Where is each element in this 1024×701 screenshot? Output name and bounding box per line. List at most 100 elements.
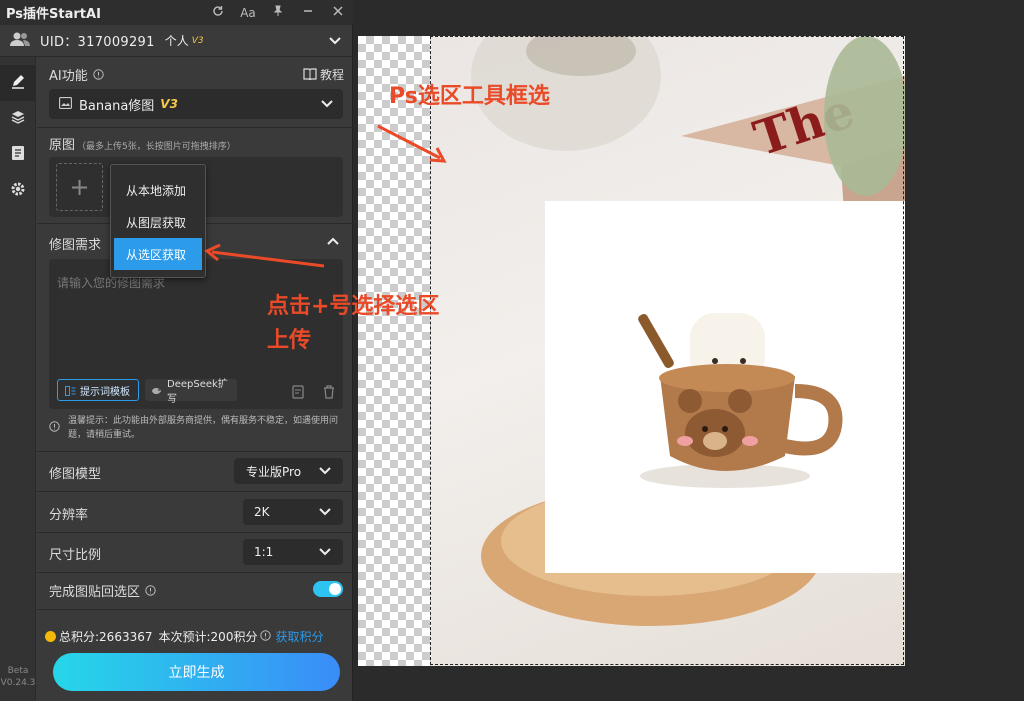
arrow-annotation-middle [204, 243, 325, 268]
pin-icon[interactable] [263, 5, 293, 20]
refresh-icon[interactable] [203, 5, 233, 20]
resolution-select[interactable]: 2K [243, 499, 343, 525]
toggle-knob [329, 583, 341, 595]
ai-model-badge: V3 [160, 97, 178, 111]
history-icon[interactable] [292, 384, 306, 403]
annotation-middle: 点击+号选择选区 上传 [267, 290, 439, 358]
rail-settings[interactable] [0, 173, 36, 209]
plan-label: 个人 [164, 34, 189, 48]
version-label: V0.24.3 [0, 678, 36, 688]
divider [37, 127, 353, 128]
cup-image [638, 313, 843, 488]
points-row: 总积分:2663367 本次预计:200积分 获取积分 [45, 628, 351, 645]
ai-function-header: AI功能 [49, 65, 104, 84]
selected-region [545, 201, 905, 573]
document-icon [11, 145, 25, 165]
info-icon [49, 417, 60, 442]
menu-item-local[interactable]: 从本地添加 [111, 174, 205, 206]
rail-history[interactable] [0, 137, 36, 173]
tutorial-link[interactable]: 教程 [303, 65, 344, 84]
add-source-menu: 从本地添加 从图层获取 从选区获取 [110, 164, 206, 278]
font-size-button[interactable]: Aa [233, 6, 263, 20]
close-icon[interactable] [323, 5, 353, 20]
chevron-down-icon [319, 467, 331, 475]
source-label: 原图 [49, 138, 76, 153]
chevron-down-icon[interactable] [329, 36, 341, 45]
edit-model-value: 专业版Pro [246, 464, 302, 479]
app-title: Ps插件StartAI [6, 7, 101, 22]
deepseek-button[interactable]: DeepSeek扩写 [145, 379, 237, 405]
coin-icon [45, 631, 56, 642]
edit-model-select[interactable]: 专业版Pro [234, 458, 343, 484]
beta-label: Beta [7, 666, 29, 676]
ai-model-value: Banana修图 [79, 98, 155, 114]
source-header: 原图 （最多上传5张，长按图片可拖拽排序） [49, 134, 236, 153]
tutorial-label: 教程 [320, 68, 345, 82]
ratio-value: 1:1 [254, 545, 274, 559]
divider [37, 609, 353, 610]
get-points-link[interactable]: 获取积分 [275, 628, 323, 645]
rail-layers[interactable] [0, 101, 36, 137]
resolution-label: 分辨率 [49, 508, 89, 523]
trash-icon[interactable] [323, 384, 335, 403]
chevron-up-icon[interactable] [327, 237, 339, 245]
user-bar[interactable]: UID：317009291 个人 V3 [0, 25, 353, 57]
layers-icon [10, 109, 26, 129]
annotation-top: Ps选区工具框选 [389, 84, 550, 109]
deepseek-label: DeepSeek扩写 [167, 379, 228, 405]
gear-icon [10, 181, 26, 201]
user-id: UID：317009291 [40, 35, 155, 50]
divider [37, 572, 353, 573]
ai-function-label: AI功能 [49, 69, 88, 84]
arrow-annotation-top [377, 124, 447, 163]
chevron-down-icon [319, 508, 331, 516]
photoshop-canvas-area: The Ps选区工具框选 [354, 0, 1024, 701]
prompt-template-button[interactable]: 提示词模板 [57, 379, 139, 401]
generate-button[interactable]: 立即生成 [53, 653, 340, 691]
title-bar: Ps插件StartAI Aa [0, 0, 353, 25]
image-icon [59, 96, 72, 112]
chevron-down-icon [319, 548, 331, 556]
rail-edit[interactable] [0, 65, 36, 101]
divider [37, 451, 353, 452]
panel-content: AI功能 教程 Banana修图 V3 原图 （最多上传5张，长按图片可拖拽排序… [37, 57, 353, 701]
ai-model-select[interactable]: Banana修图 V3 [49, 89, 343, 119]
menu-item-layer[interactable]: 从图层获取 [111, 206, 205, 238]
tip-text: 温馨提示：此功能由外部服务商提供，偶有服务不稳定，如遇使用问题，请稍后重试。 [68, 416, 339, 440]
pencil-icon [10, 73, 26, 93]
paste-back-row: 完成图贴回选区 [49, 581, 156, 600]
info-icon[interactable] [145, 581, 156, 600]
plus-icon: + [69, 173, 90, 201]
plan-badge: V3 [191, 35, 204, 46]
version-info: Beta V0.24.3 [0, 665, 36, 689]
users-icon [10, 31, 32, 51]
book-icon [303, 65, 317, 84]
resolution-value: 2K [254, 505, 270, 519]
edit-model-label: 修图模型 [49, 467, 102, 482]
annotation-middle-line2: 上传 [267, 328, 312, 353]
info-icon[interactable] [93, 65, 104, 84]
paste-back-toggle[interactable] [313, 581, 343, 597]
tip-box: 温馨提示：此功能由外部服务商提供，偶有服务不稳定，如遇使用问题，请稍后重试。 [49, 414, 343, 442]
ratio-label: 尺寸比例 [49, 548, 102, 563]
divider [37, 491, 353, 492]
paste-back-label: 完成图贴回选区 [49, 585, 141, 600]
total-points: 总积分:2663367 [59, 630, 153, 644]
edit-label: 修图需求 [49, 238, 102, 253]
annotation-middle-line1: 点击+号选择选区 [267, 294, 440, 319]
menu-item-selection[interactable]: 从选区获取 [114, 238, 202, 270]
side-rail: Beta V0.24.3 [0, 57, 36, 701]
estimate-points: 本次预计:200积分 [158, 630, 258, 644]
source-hint: （最多上传5张，长按图片可拖拽排序） [77, 142, 236, 152]
prompt-template-label: 提示词模板 [80, 386, 130, 398]
ratio-select[interactable]: 1:1 [243, 539, 343, 565]
chevron-down-icon [321, 100, 333, 108]
add-image-button[interactable]: + [56, 163, 103, 211]
divider [37, 532, 353, 533]
template-icon [65, 381, 76, 400]
minimize-icon[interactable] [293, 5, 323, 20]
edit-header: 修图需求 [49, 234, 101, 253]
info-icon [260, 629, 272, 644]
background-photo: The [431, 36, 905, 666]
deepseek-icon [151, 381, 163, 400]
